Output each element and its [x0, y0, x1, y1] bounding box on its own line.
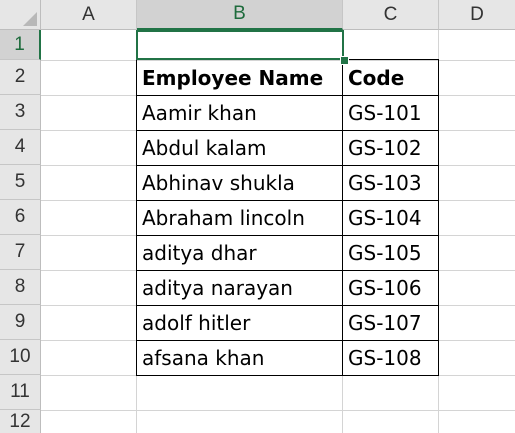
employee-name-cell[interactable]: afsana khan: [137, 340, 342, 375]
row-header-4[interactable]: 4: [0, 130, 41, 165]
table-border: [136, 59, 137, 376]
row-header-12[interactable]: 12: [0, 410, 41, 433]
code-cell[interactable]: GS-104: [343, 200, 438, 235]
employee-name-cell[interactable]: Abraham lincoln: [137, 200, 342, 235]
code-cell[interactable]: GS-102: [343, 130, 438, 165]
row-header-6[interactable]: 6: [0, 200, 41, 235]
table-border: [136, 375, 439, 376]
row-header-1[interactable]: 1: [0, 30, 41, 60]
fill-handle[interactable]: [340, 56, 349, 65]
code-cell[interactable]: GS-101: [343, 95, 438, 130]
row-header-2[interactable]: 2: [0, 60, 41, 95]
row-header-8[interactable]: 8: [0, 270, 41, 305]
table-border: [136, 340, 439, 341]
row-header-11[interactable]: 11: [0, 375, 41, 410]
code-cell[interactable]: GS-106: [343, 270, 438, 305]
header-cell-employee-name[interactable]: Employee Name: [137, 60, 342, 95]
employee-name-cell[interactable]: Aamir khan: [137, 95, 342, 130]
code-cell[interactable]: GS-103: [343, 165, 438, 200]
table-border: [136, 200, 439, 201]
column-header-b[interactable]: B: [137, 0, 343, 30]
employee-name-cell[interactable]: adolf hitler: [137, 305, 342, 340]
table-border: [136, 165, 439, 166]
table-border: [136, 95, 439, 96]
gridline: [41, 410, 515, 411]
table-border: [342, 59, 343, 376]
row-header-5[interactable]: 5: [0, 165, 41, 200]
spreadsheet-grid[interactable]: A B C D 1 2 3 4 5 6 7 8 9 10 11 12 Emplo…: [0, 0, 515, 433]
row-header-7[interactable]: 7: [0, 235, 41, 270]
code-cell[interactable]: GS-107: [343, 305, 438, 340]
table-border: [136, 235, 439, 236]
table-border: [136, 305, 439, 306]
column-header-a[interactable]: A: [41, 0, 137, 30]
select-all-corner[interactable]: [0, 0, 41, 30]
row-header-3[interactable]: 3: [0, 95, 41, 130]
column-header-d[interactable]: D: [439, 0, 515, 30]
code-cell[interactable]: GS-108: [343, 340, 438, 375]
table-border: [136, 270, 439, 271]
row-header-10[interactable]: 10: [0, 340, 41, 375]
employee-name-cell[interactable]: aditya narayan: [137, 270, 342, 305]
column-header-c[interactable]: C: [343, 0, 439, 30]
select-all-triangle-icon: [23, 12, 37, 26]
table-border: [136, 130, 439, 131]
active-cell-b1[interactable]: [136, 30, 344, 60]
header-cell-code[interactable]: Code: [343, 60, 438, 95]
employee-name-cell[interactable]: Abhinav shukla: [137, 165, 342, 200]
row-header-9[interactable]: 9: [0, 305, 41, 340]
table-border: [438, 59, 439, 376]
employee-name-cell[interactable]: Abdul kalam: [137, 130, 342, 165]
code-cell[interactable]: GS-105: [343, 235, 438, 270]
employee-name-cell[interactable]: aditya dhar: [137, 235, 342, 270]
